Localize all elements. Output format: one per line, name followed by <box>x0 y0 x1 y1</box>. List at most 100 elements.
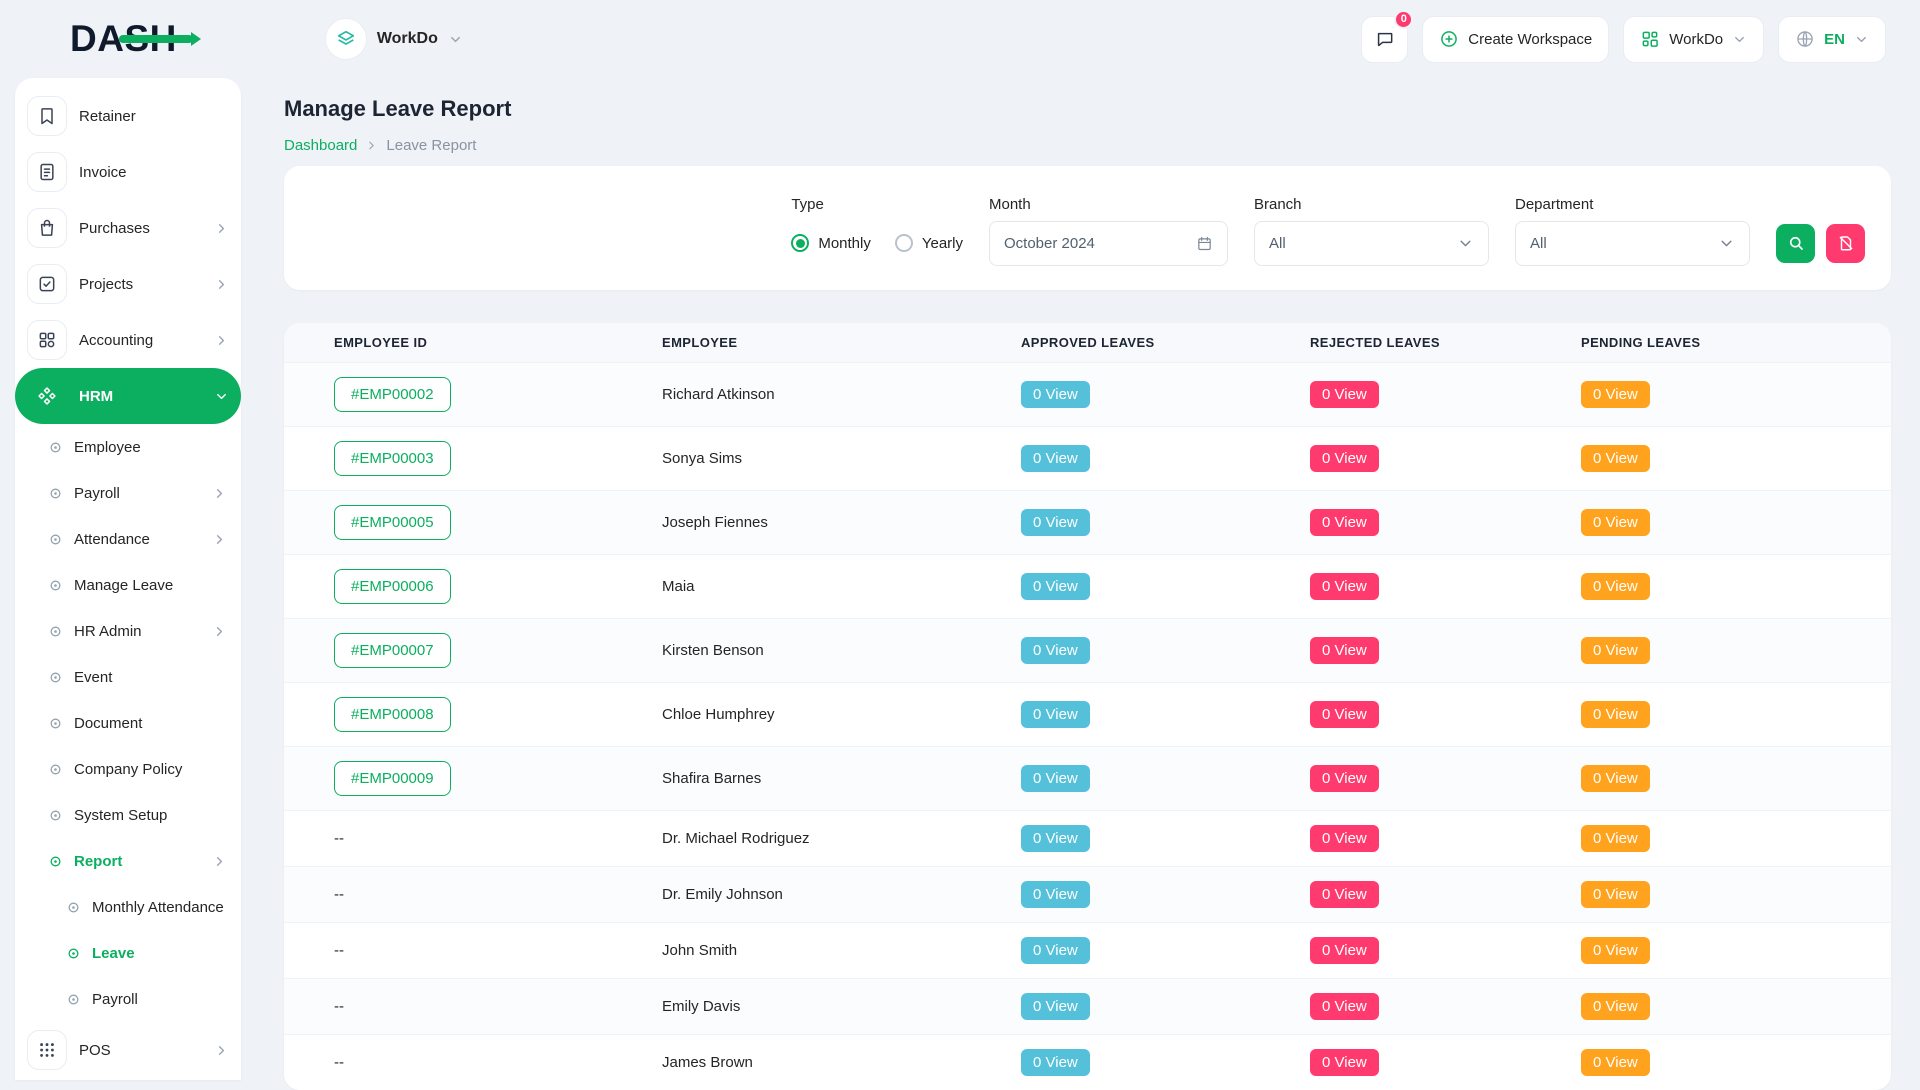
sidebar-subitem-employee[interactable]: Employee <box>15 424 241 470</box>
pending-leaves-view-button[interactable]: 0 View <box>1581 381 1650 408</box>
bullet-icon <box>49 763 62 776</box>
sidebar-item-projects[interactable]: Projects <box>15 256 241 312</box>
pending-leaves-view-button[interactable]: 0 View <box>1581 765 1650 792</box>
sidebar-subitem-report[interactable]: Report <box>15 838 241 884</box>
rejected-leaves-view-button[interactable]: 0 View <box>1310 509 1379 536</box>
employee-name: Shafira Barnes <box>662 770 761 787</box>
sidebar-subitem-document[interactable]: Document <box>15 700 241 746</box>
pending-leaves-view-button[interactable]: 0 View <box>1581 445 1650 472</box>
chevron-right-icon <box>214 333 229 348</box>
sidebar-subitem-hr-admin[interactable]: HR Admin <box>15 608 241 654</box>
invoice-icon <box>27 152 67 192</box>
pending-leaves-view-button[interactable]: 0 View <box>1581 573 1650 600</box>
breadcrumb-dashboard-link[interactable]: Dashboard <box>284 137 357 154</box>
rejected-leaves-view-button[interactable]: 0 View <box>1310 937 1379 964</box>
approved-leaves-view-button[interactable]: 0 View <box>1021 637 1090 664</box>
bullet-icon <box>67 993 80 1006</box>
chevron-right-icon <box>365 139 378 152</box>
approved-leaves-view-button[interactable]: 0 View <box>1021 825 1090 852</box>
pending-leaves-view-button[interactable]: 0 View <box>1581 993 1650 1020</box>
sidebar-subitem-company-policy[interactable]: Company Policy <box>15 746 241 792</box>
employee-name: Emily Davis <box>662 998 740 1015</box>
pending-leaves-view-button[interactable]: 0 View <box>1581 881 1650 908</box>
employee-name: Kirsten Benson <box>662 642 764 659</box>
employee-id-button[interactable]: #EMP00002 <box>334 377 451 412</box>
sidebar-item-accounting[interactable]: Accounting <box>15 312 241 368</box>
branch-select[interactable]: All <box>1254 221 1489 266</box>
approved-leaves-view-button[interactable]: 0 View <box>1021 381 1090 408</box>
language-selector[interactable]: EN <box>1778 16 1886 63</box>
sidebar-subitem-manage-leave[interactable]: Manage Leave <box>15 562 241 608</box>
search-icon <box>1787 234 1805 252</box>
rejected-leaves-view-button[interactable]: 0 View <box>1310 765 1379 792</box>
sidebar-subitem-label: System Setup <box>74 807 227 824</box>
sidebar-subitem-monthly-attendance[interactable]: Monthly Attendance <box>15 884 241 930</box>
rejected-leaves-view-button[interactable]: 0 View <box>1310 637 1379 664</box>
sidebar-subitem-payroll[interactable]: Payroll <box>15 976 241 1022</box>
rejected-leaves-view-button[interactable]: 0 View <box>1310 381 1379 408</box>
pending-leaves-view-button[interactable]: 0 View <box>1581 637 1650 664</box>
messages-button[interactable]: 0 <box>1361 16 1408 63</box>
sidebar-subitem-payroll[interactable]: Payroll <box>15 470 241 516</box>
employee-id-button[interactable]: #EMP00005 <box>334 505 451 540</box>
employee-id-cell: -- <box>284 928 662 973</box>
employee-id-button[interactable]: #EMP00003 <box>334 441 451 476</box>
approved-leaves-view-button[interactable]: 0 View <box>1021 765 1090 792</box>
employee-id-button[interactable]: #EMP00007 <box>334 633 451 668</box>
rejected-leaves-view-button[interactable]: 0 View <box>1310 445 1379 472</box>
sidebar-subitem-label: Monthly Attendance <box>92 899 227 916</box>
pending-leaves-view-button[interactable]: 0 View <box>1581 509 1650 536</box>
employee-id-cell: #EMP00003 <box>284 427 662 490</box>
approved-leaves-view-button[interactable]: 0 View <box>1021 937 1090 964</box>
rejected-leaves-view-button[interactable]: 0 View <box>1310 701 1379 728</box>
employee-id-button[interactable]: #EMP00009 <box>334 761 451 796</box>
reset-filter-button[interactable] <box>1826 224 1865 263</box>
rejected-leaves-view-button[interactable]: 0 View <box>1310 825 1379 852</box>
create-workspace-button[interactable]: Create Workspace <box>1422 16 1609 63</box>
sidebar-item-invoice[interactable]: Invoice <box>15 144 241 200</box>
department-select[interactable]: All <box>1515 221 1750 266</box>
approved-leaves-view-button[interactable]: 0 View <box>1021 881 1090 908</box>
employee-id-cell: -- <box>284 816 662 861</box>
radio-monthly[interactable]: Monthly <box>791 234 871 252</box>
workspace-name: WorkDo <box>377 30 438 48</box>
pending-leaves-view-button[interactable]: 0 View <box>1581 1049 1650 1076</box>
sidebar-subitem-event[interactable]: Event <box>15 654 241 700</box>
sidebar-item-pos[interactable]: POS <box>15 1022 241 1078</box>
rejected-leaves-view-button[interactable]: 0 View <box>1310 881 1379 908</box>
approved-leaves-view-button[interactable]: 0 View <box>1021 993 1090 1020</box>
pending-leaves-view-button[interactable]: 0 View <box>1581 825 1650 852</box>
rejected-leaves-view-button[interactable]: 0 View <box>1310 993 1379 1020</box>
sidebar-subitem-leave[interactable]: Leave <box>15 930 241 976</box>
approved-leaves-view-button[interactable]: 0 View <box>1021 1049 1090 1076</box>
month-input[interactable]: October 2024 <box>989 221 1228 266</box>
chevron-right-icon <box>212 532 227 547</box>
approved-leaves-view-button[interactable]: 0 View <box>1021 573 1090 600</box>
workspace-menu-button[interactable]: WorkDo <box>1623 16 1764 63</box>
employee-id-cell: #EMP00005 <box>284 491 662 554</box>
pending-leaves-view-button[interactable]: 0 View <box>1581 937 1650 964</box>
sidebar-item-retainer[interactable]: Retainer <box>15 88 241 144</box>
chevron-down-icon <box>1718 235 1735 252</box>
approved-leaves-view-button[interactable]: 0 View <box>1021 445 1090 472</box>
search-button[interactable] <box>1776 224 1815 263</box>
department-label: Department <box>1515 196 1750 213</box>
employee-id-button[interactable]: #EMP00008 <box>334 697 451 732</box>
employee-id-button[interactable]: #EMP00006 <box>334 569 451 604</box>
employee-id-empty: -- <box>334 830 344 847</box>
sidebar-item-hrm[interactable]: HRM <box>15 368 241 424</box>
type-label: Type <box>791 196 963 213</box>
approved-leaves-view-button[interactable]: 0 View <box>1021 509 1090 536</box>
rejected-leaves-view-button[interactable]: 0 View <box>1310 1049 1379 1076</box>
sidebar-item-purchases[interactable]: Purchases <box>15 200 241 256</box>
radio-yearly[interactable]: Yearly <box>895 234 963 252</box>
rejected-leaves-view-button[interactable]: 0 View <box>1310 573 1379 600</box>
workspace-switcher[interactable]: WorkDo <box>325 18 463 60</box>
rejected-leaves-cell: 0 View <box>1310 623 1581 678</box>
app-logo[interactable]: DASH <box>70 18 177 60</box>
pending-leaves-cell: 0 View <box>1581 559 1891 614</box>
sidebar-subitem-system-setup[interactable]: System Setup <box>15 792 241 838</box>
approved-leaves-view-button[interactable]: 0 View <box>1021 701 1090 728</box>
sidebar-subitem-attendance[interactable]: Attendance <box>15 516 241 562</box>
pending-leaves-view-button[interactable]: 0 View <box>1581 701 1650 728</box>
